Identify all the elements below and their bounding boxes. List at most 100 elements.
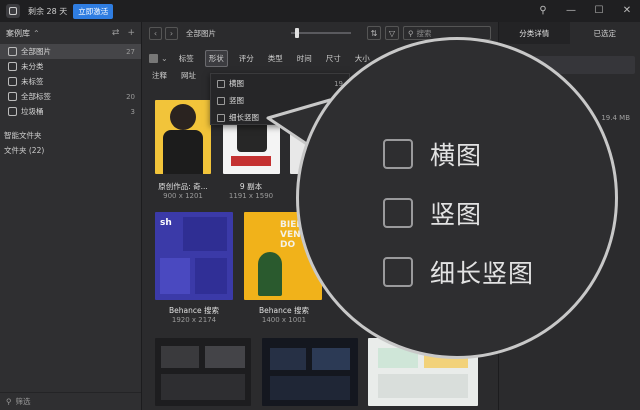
callout-item-label: 横图: [430, 141, 483, 170]
callout-item-label: 细长竖图: [430, 259, 535, 288]
sidebar-item-count: 3: [130, 107, 135, 116]
filter-type[interactable]: 类型: [265, 51, 286, 66]
sidebar-item-label: 未分类: [21, 62, 44, 71]
sidebar-item-count: 20: [126, 92, 135, 101]
thumb-sh-text: sh: [160, 218, 172, 228]
back-button[interactable]: ‹: [149, 26, 162, 40]
filter-icon: ⚲: [6, 397, 12, 406]
sort-icon[interactable]: ⇅: [367, 26, 381, 40]
card-panel: [195, 258, 227, 294]
sidebar-item-label: 垃圾桶: [21, 107, 44, 116]
grid-item-name: Behance 搜索: [169, 306, 219, 315]
grid-item-size: 1920 x 2174: [171, 316, 217, 324]
dropdown-checkbox[interactable]: [217, 113, 225, 122]
uncategorized-icon: [8, 62, 17, 71]
filter-icon[interactable]: ▽: [385, 26, 399, 40]
library-label: 案例库: [6, 28, 30, 38]
thumbnail-image[interactable]: [155, 100, 211, 174]
filter-annotation[interactable]: 注释: [149, 68, 170, 83]
pin-icon[interactable]: ⚲: [536, 4, 550, 18]
sidebar-item-all-images[interactable]: 全部图片 27: [0, 44, 141, 59]
tags-icon: [8, 92, 17, 101]
sidebar-item-all-tags[interactable]: 全部标签 20: [0, 89, 141, 104]
card-panel: [160, 258, 190, 294]
dropdown-item-label: 横图: [229, 79, 244, 88]
search-icon: ⚲: [408, 28, 414, 38]
callout-item-tall-portrait: 细长竖图: [383, 254, 534, 290]
screen-tile: [161, 346, 199, 368]
callout-checkbox: [383, 198, 413, 228]
screen-tile: [270, 376, 350, 400]
panel-file-size: 19.4 MB: [601, 114, 630, 122]
filter-dimensions[interactable]: 尺寸: [323, 51, 344, 66]
portrait-body: [163, 130, 203, 174]
forward-button[interactable]: ›: [165, 26, 178, 40]
grid-item-name: Behance 搜索: [259, 306, 309, 315]
sidebar-item-untagged[interactable]: 未标签: [0, 74, 141, 89]
screen-tile: [205, 346, 245, 368]
close-icon[interactable]: ✕: [620, 4, 634, 18]
tab-category-details[interactable]: 分类详情: [499, 22, 570, 44]
sidebar-item-uncategorized[interactable]: 未分类: [0, 59, 141, 74]
window-controls: ⚲ — ☐ ✕: [536, 4, 634, 18]
thumbnail-image[interactable]: sh: [155, 212, 233, 300]
folders-heading[interactable]: 文件夹 (22): [0, 140, 141, 155]
screen-tile: [270, 348, 306, 370]
sidebar-item-label: 未标签: [21, 77, 44, 86]
activate-button[interactable]: 立即激活: [73, 3, 114, 19]
sidebar-item-count: 27: [126, 47, 135, 56]
grid-item-size: 900 x 1201: [163, 192, 203, 200]
grid-item-size: 1191 x 1590: [228, 192, 274, 200]
maximize-icon[interactable]: ☐: [592, 4, 606, 18]
library-switcher[interactable]: 案例库 ⌃ ⇄ +: [0, 22, 141, 44]
images-icon: [8, 47, 17, 56]
screen-tile: [161, 374, 245, 400]
app-logo-icon: [6, 4, 20, 18]
trial-remaining-text: 剩余 28 天: [28, 6, 68, 16]
tab-selected[interactable]: 已选定: [570, 22, 640, 44]
minimize-icon[interactable]: —: [564, 4, 578, 18]
screen-tile: [312, 348, 350, 370]
thumbnail-image[interactable]: [155, 338, 251, 406]
select-chevron-icon[interactable]: ⌄: [161, 54, 168, 63]
thumbnail-image[interactable]: [262, 338, 358, 406]
untagged-icon: [8, 77, 17, 86]
breadcrumb: 全部图片: [186, 28, 216, 38]
zoom-slider-handle[interactable]: [295, 28, 299, 38]
screen-tile: [378, 374, 468, 398]
add-icon[interactable]: +: [127, 28, 135, 38]
callout-item-landscape: 横图: [383, 136, 482, 172]
title-bar: 剩余 28 天 立即激活 ⚲ — ☐ ✕: [0, 0, 640, 22]
filter-url[interactable]: 网址: [178, 68, 199, 83]
select-all-checkbox[interactable]: [149, 54, 158, 63]
grid-item-name: 9 副本: [239, 182, 263, 191]
filter-rating[interactable]: 评分: [236, 51, 257, 66]
sidebar-item-trash[interactable]: 垃圾桶 3: [0, 104, 141, 119]
filter-tag[interactable]: 标签: [176, 51, 197, 66]
trash-icon: [8, 107, 17, 116]
sidebar-filter[interactable]: ⚲ 筛选: [0, 392, 141, 410]
sidebar-filter-label: 筛选: [15, 397, 31, 406]
sidebar-item-label: 全部标签: [21, 92, 51, 101]
filter-shape[interactable]: 形状: [204, 50, 228, 67]
dropdown-item-landscape[interactable]: 横图 19: [211, 76, 349, 91]
library-chevron-icon: ⌃: [33, 28, 40, 38]
filter-time[interactable]: 时间: [294, 51, 315, 66]
search-placeholder: 搜索: [416, 28, 432, 38]
zoom-slider[interactable]: [291, 28, 351, 38]
plant-shape: [258, 252, 282, 296]
right-panel-tabs: 分类详情 已选定: [499, 22, 640, 44]
sidebar-item-label: 全部图片: [21, 47, 51, 56]
callout-checkbox: [383, 257, 413, 287]
callout-item-portrait: 竖图: [383, 195, 482, 231]
sidebar: 案例库 ⌃ ⇄ + 全部图片 27 未分类 未标签 全部标签 20 垃圾桶 3 …: [0, 22, 142, 410]
callout-checkbox: [383, 139, 413, 169]
dropdown-checkbox[interactable]: [217, 96, 225, 105]
card-panel: [183, 217, 227, 251]
callout-item-label: 竖图: [430, 200, 483, 229]
poster-footer: [231, 156, 271, 166]
smart-folders-heading[interactable]: 智能文件夹: [0, 125, 141, 140]
dropdown-checkbox[interactable]: [217, 79, 225, 88]
grid-item-size: 1400 x 1001: [261, 316, 307, 324]
sync-icon[interactable]: ⇄: [112, 28, 120, 38]
